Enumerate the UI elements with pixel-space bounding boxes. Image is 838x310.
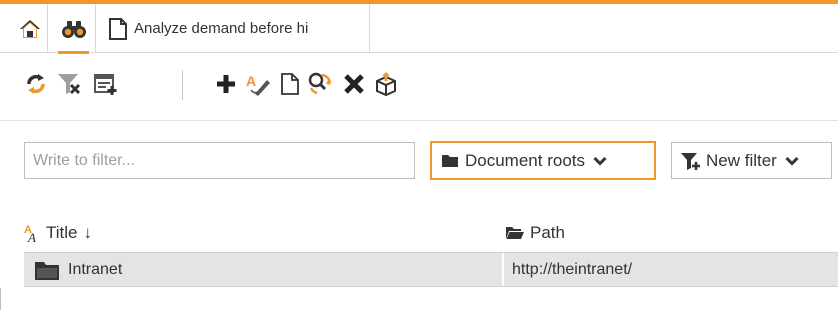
refresh-button[interactable] [22,70,50,98]
sort-alpha-icon: A A [24,224,36,243]
add-filter-icon [681,152,700,170]
new-filter-button[interactable]: New filter [671,142,832,179]
svg-text:A: A [246,73,256,89]
rename-button[interactable]: A [244,70,272,98]
home-icon [19,19,40,38]
clear-filter-button[interactable] [56,70,84,98]
panel-edge [0,288,1,310]
new-document-button[interactable] [276,70,304,98]
add-list-icon [94,74,117,95]
add-icon [217,75,235,93]
package-icon [376,72,396,97]
new-document-icon [281,73,299,95]
document-roots-dropdown[interactable]: Document roots [430,141,656,180]
table-row[interactable]: Intranet http://theintranet/ [24,252,838,287]
refresh-icon [27,74,45,94]
tab-bar: Analyze demand before hi [0,4,838,54]
dropdown-label: Document roots [465,150,585,170]
filter-input[interactable] [24,142,415,179]
divider [0,120,838,121]
document-icon [109,17,127,40]
tab-home[interactable] [12,4,48,53]
column-title-label: Title [46,223,78,242]
row-path: http://theintranet/ [512,260,633,278]
chevron-down-icon [593,156,607,166]
toolbar: A [0,62,838,108]
clear-filter-icon [58,74,81,95]
add-button[interactable] [212,70,240,98]
delete-icon [344,74,364,94]
search-replace-icon [308,72,332,95]
column-header-path[interactable]: Path [506,220,565,246]
rename-icon: A [246,73,270,96]
toolbar-separator [182,70,183,100]
column-path-label: Path [530,223,565,242]
folder-open-icon [506,227,524,239]
binoculars-icon [61,20,86,38]
cell-title: Intranet [34,253,122,286]
search-replace-button[interactable] [306,70,334,98]
sort-indicator: ↓ [83,223,93,242]
package-button[interactable] [372,70,400,98]
tab-search[interactable] [52,4,96,54]
folder-icon [35,261,59,280]
delete-button[interactable] [340,70,368,98]
cell-divider [502,253,504,286]
column-header-title[interactable]: A A Title ↓ [24,220,92,246]
svg-text:A: A [27,230,36,243]
tab-document[interactable]: Analyze demand before hi [100,4,370,53]
tab-document-label: Analyze demand before hi [134,20,309,37]
folder-icon [442,154,458,167]
new-filter-label: New filter [706,150,777,170]
chevron-down-icon [785,156,799,166]
row-title: Intranet [68,260,123,278]
add-list-button[interactable] [92,70,120,98]
